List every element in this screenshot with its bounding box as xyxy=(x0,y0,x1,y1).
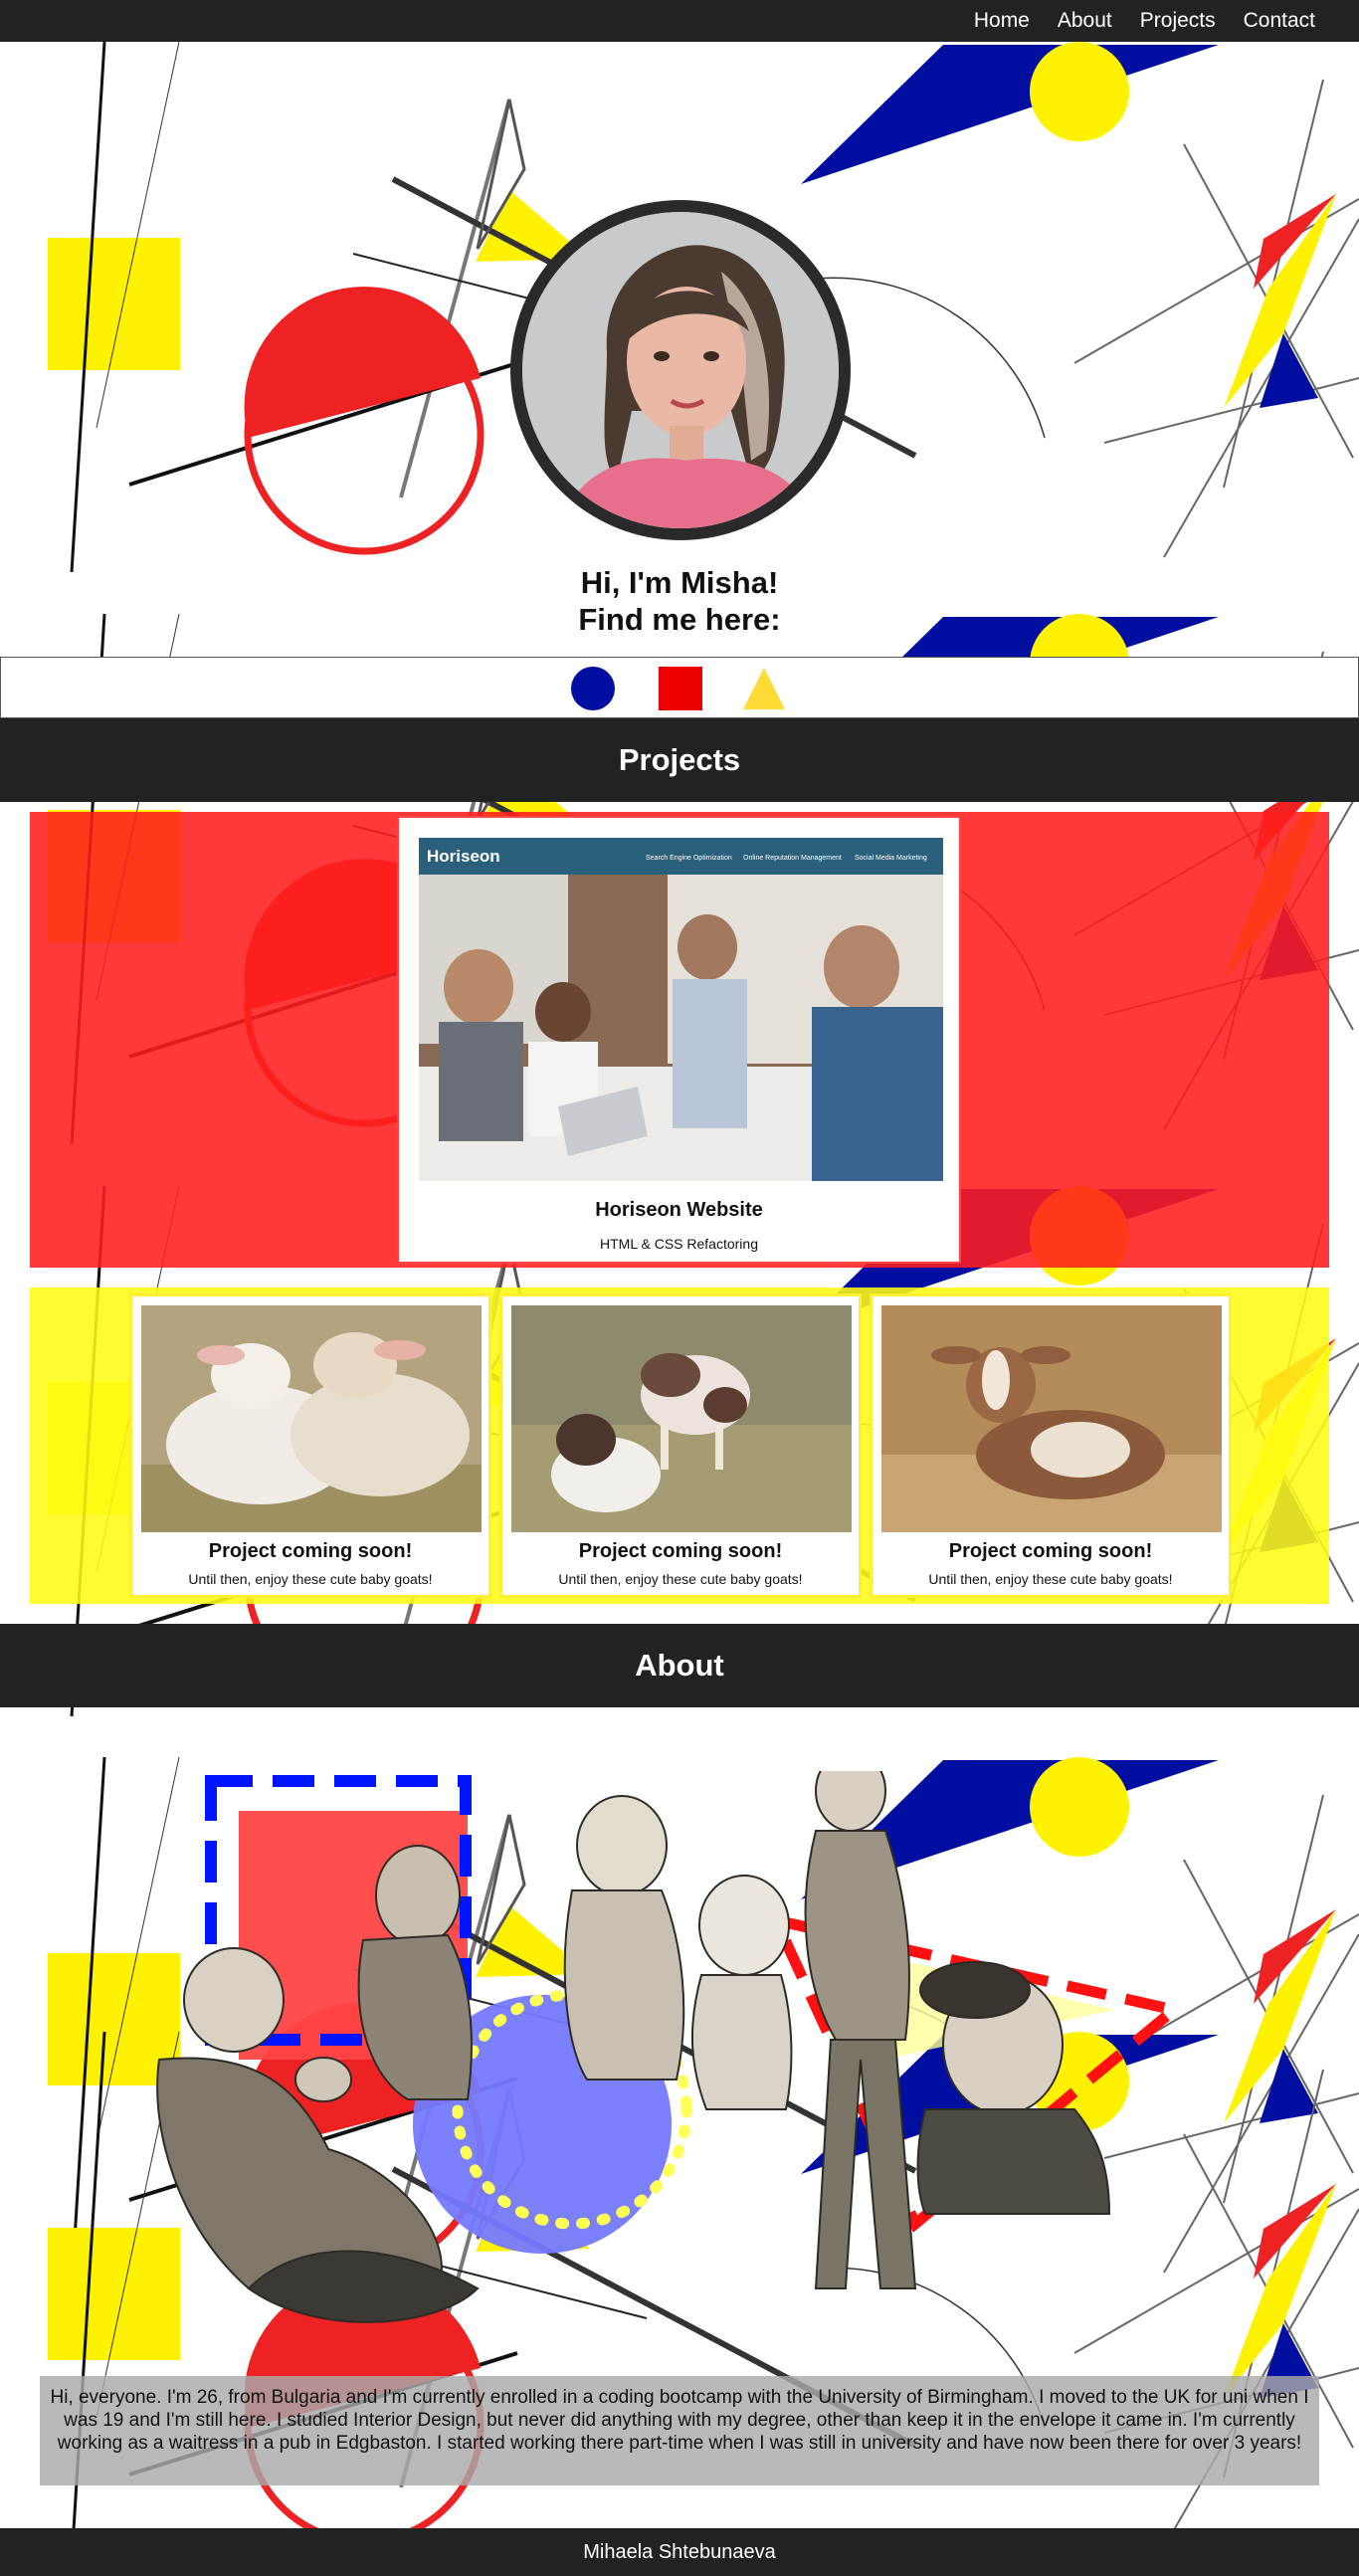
featured-project-subtitle: HTML & CSS Refactoring xyxy=(600,1236,758,1252)
childhood-photo-collage xyxy=(156,1771,1187,2323)
blue-circle-icon[interactable] xyxy=(570,666,616,711)
baby-goats-image xyxy=(511,1305,852,1532)
projects-section-header: Projects xyxy=(0,718,1359,802)
profile-avatar xyxy=(522,212,839,528)
nav-about-link[interactable]: About xyxy=(1044,9,1126,33)
top-navbar: Home About Projects Contact xyxy=(0,0,1359,42)
nav-projects-link[interactable]: Projects xyxy=(1126,9,1230,33)
nav-home-link[interactable]: Home xyxy=(960,9,1044,33)
placeholder-project-title: Project coming soon! xyxy=(948,1540,1153,1562)
horiseon-nav-1: Search Engine Optimization xyxy=(646,855,732,862)
profile-avatar-frame xyxy=(510,200,851,540)
page-footer: Mihaela Shtebunaeva xyxy=(0,2528,1359,2576)
greeting-line-1: Hi, I'm Misha! xyxy=(580,565,779,600)
baby-goats-image xyxy=(141,1305,482,1532)
placeholder-project-card[interactable]: Project coming soon! Until then, enjoy t… xyxy=(129,1293,491,1598)
greeting-line-2: Find me here: xyxy=(578,602,781,637)
horiseon-brand: Horiseon xyxy=(427,847,500,866)
featured-project-card[interactable]: Horiseon Search Engine Optimization Onli… xyxy=(397,816,961,1264)
footer-name: Mihaela Shtebunaeva xyxy=(583,2540,776,2563)
nav-contact-link[interactable]: Contact xyxy=(1230,9,1329,33)
social-links-bar xyxy=(0,657,1359,718)
horiseon-screenshot: Horiseon Search Engine Optimization Onli… xyxy=(419,838,943,1181)
placeholder-project-subtitle: Until then, enjoy these cute baby goats! xyxy=(928,1571,1173,1587)
placeholder-project-card[interactable]: Project coming soon! Until then, enjoy t… xyxy=(499,1293,862,1598)
placeholder-project-subtitle: Until then, enjoy these cute baby goats! xyxy=(188,1571,433,1587)
horiseon-nav-2: Online Reputation Management xyxy=(743,855,842,862)
baby-goats-image xyxy=(881,1305,1222,1532)
horiseon-nav-3: Social Media Marketing xyxy=(855,855,927,862)
hero-greeting: Hi, I'm Misha! Find me here: xyxy=(0,564,1359,638)
about-heading: About xyxy=(635,1648,724,1683)
placeholder-project-subtitle: Until then, enjoy these cute baby goats! xyxy=(558,1571,803,1587)
red-square-icon[interactable] xyxy=(658,666,703,711)
placeholder-project-card[interactable]: Project coming soon! Until then, enjoy t… xyxy=(870,1293,1232,1598)
projects-heading: Projects xyxy=(618,742,741,777)
about-bio: Hi, everyone. I'm 26, from Bulgaria and … xyxy=(40,2376,1319,2485)
featured-project-title: Horiseon Website xyxy=(595,1199,763,1221)
about-section-header: About xyxy=(0,1624,1359,1707)
placeholder-project-title: Project coming soon! xyxy=(208,1540,413,1562)
placeholder-project-title: Project coming soon! xyxy=(578,1540,783,1562)
yellow-triangle-icon[interactable] xyxy=(741,666,787,711)
